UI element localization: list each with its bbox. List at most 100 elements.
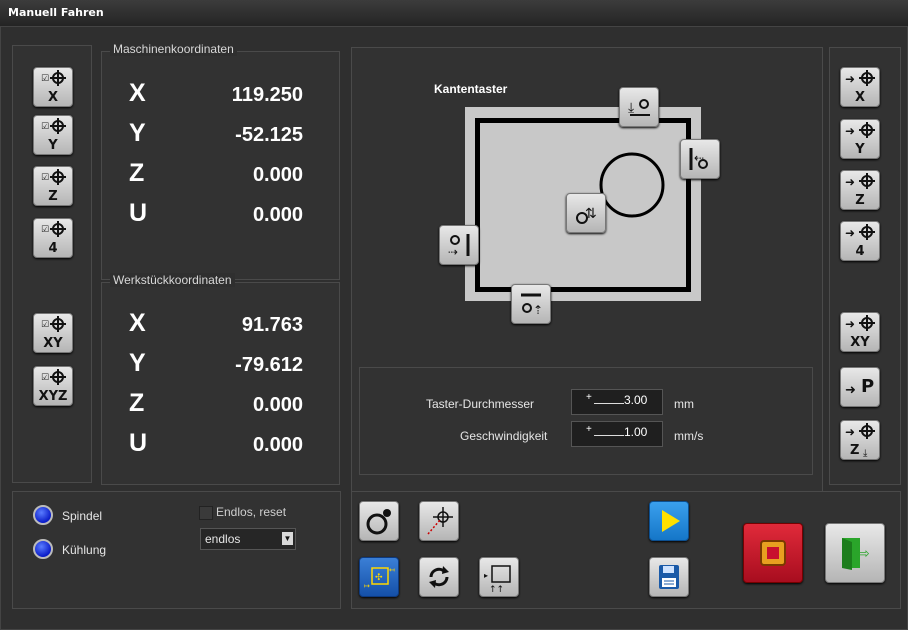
play-icon xyxy=(662,510,680,532)
svg-text:☑: ☑ xyxy=(41,373,49,383)
probe-right-edge-button[interactable]: ⇠ xyxy=(680,139,720,179)
goto-zero-icon: ➜ xyxy=(845,70,875,86)
set-zero-y-button[interactable]: ☑ Y xyxy=(33,115,73,155)
machine-axis-u-label: U xyxy=(129,199,148,227)
svg-text:➜: ➜ xyxy=(845,317,855,331)
set-zero-icon: ☑ xyxy=(41,169,66,185)
workpiece-axis-y-label: Y xyxy=(129,349,146,377)
set-zero-z-button[interactable]: ☑ Z xyxy=(33,166,73,206)
set-zero-xyz-button[interactable]: ☑ XYZ xyxy=(33,366,73,406)
set-zero-icon: ☑ xyxy=(41,316,66,332)
goto-zero-icon: ➜ xyxy=(845,315,875,331)
probe-down-icon: ⤓ xyxy=(628,99,650,116)
svg-text:⤓: ⤓ xyxy=(628,100,634,116)
svg-text:⇡: ⇡ xyxy=(533,303,543,317)
machine-axis-z-value: 0.000 xyxy=(252,164,303,186)
stop-icon xyxy=(760,540,786,566)
set-zero-xy-button[interactable]: ☑ XY xyxy=(33,313,73,353)
goto-zero-icon: ➜ xyxy=(845,122,875,138)
svg-text:☑: ☑ xyxy=(41,122,49,132)
svg-text:➜: ➜ xyxy=(845,425,855,439)
measure-height-icon: ▸↑↑ xyxy=(484,565,511,595)
svg-text:↦: ↦ xyxy=(364,582,370,590)
run-button[interactable] xyxy=(649,501,689,541)
set-zero-icon: ☑ xyxy=(41,369,66,385)
endless-checkbox-label: Endlos, reset xyxy=(216,505,287,519)
workpiece-coordinates-label: Werkstückkoordinaten xyxy=(110,273,235,287)
svg-text:☑: ☑ xyxy=(41,74,49,84)
svg-text:⇅: ⇅ xyxy=(585,206,597,222)
exit-button[interactable]: ⇨ xyxy=(825,523,885,583)
down-arrow-icon: ⤓ xyxy=(863,448,868,459)
set-zero-icon: ☑ xyxy=(41,118,66,134)
workpiece-axis-x-label: X xyxy=(129,309,146,337)
svg-text:↑↑: ↑↑ xyxy=(489,585,504,595)
svg-text:▸: ▸ xyxy=(484,571,488,580)
set-zero-4-button[interactable]: ☑ 4 xyxy=(33,218,73,258)
edge-finder-mode-button[interactable]: ✣ ↤ ↦ xyxy=(359,557,399,597)
probe-up-icon: ⇡ xyxy=(521,293,543,317)
probe-top-edge-button[interactable]: ⤓ xyxy=(619,87,659,127)
left-button-panel xyxy=(12,45,92,483)
goto-4-button[interactable]: ➜ 4 xyxy=(840,221,880,261)
svg-text:➜: ➜ xyxy=(845,175,855,189)
main-frame: ☑ X ☑ Y ☑ Z ☑ 4 ☑ XY ☑ XYZ Maschinenkoor… xyxy=(0,26,908,630)
machine-axis-y-value: -52.125 xyxy=(235,124,303,146)
goto-zero-icon: ➜ xyxy=(845,224,875,240)
window-title: Manuell Fahren xyxy=(8,6,104,19)
goto-z-button[interactable]: ➜ Z xyxy=(840,170,880,210)
machine-axis-x-value: 119.250 xyxy=(231,84,303,106)
refresh-button[interactable] xyxy=(419,557,459,597)
workpiece-axis-x-value: 91.763 xyxy=(241,314,303,336)
speed-label: Geschwindigkeit xyxy=(460,429,548,443)
probe-bottom-edge-button[interactable]: ⇡ xyxy=(511,284,551,324)
goto-x-button[interactable]: ➜ X xyxy=(840,67,880,107)
probe-center-icon: ⇅ xyxy=(576,206,597,224)
stop-button[interactable] xyxy=(743,523,803,583)
svg-text:➜: ➜ xyxy=(845,383,856,398)
svg-text:⇢: ⇢ xyxy=(448,245,458,259)
speed-field[interactable]: + 1.00 xyxy=(571,421,663,447)
goto-xy-button[interactable]: ➜ XY xyxy=(840,312,880,352)
workpiece-axis-z-value: 0.000 xyxy=(252,394,303,416)
goto-y-button[interactable]: ➜ Y xyxy=(840,119,880,159)
speed-unit: mm/s xyxy=(674,429,704,443)
spindle-radio[interactable] xyxy=(33,505,53,525)
measure-height-button[interactable]: ▸ ↑↑ xyxy=(479,557,519,597)
probe-left-edge-button[interactable]: ⇢ xyxy=(439,225,479,265)
bore-circle xyxy=(599,152,665,218)
svg-text:✣: ✣ xyxy=(375,573,383,583)
diameter-label: Taster-Durchmesser xyxy=(426,397,535,411)
diameter-field[interactable]: + 3.00 xyxy=(571,389,663,415)
dropdown-arrow-icon: ▼ xyxy=(282,532,293,545)
svg-text:➜: ➜ xyxy=(845,124,855,138)
svg-text:⇨: ⇨ xyxy=(858,546,870,562)
endless-select[interactable]: endlos ▼ xyxy=(200,528,296,550)
svg-text:↤: ↤ xyxy=(389,566,395,574)
probe-tool-button[interactable] xyxy=(359,501,399,541)
probe-center-button[interactable]: ⇅ xyxy=(566,193,606,233)
laser-crosshair-button[interactable] xyxy=(419,501,459,541)
endless-checkbox[interactable] xyxy=(199,506,213,520)
machine-axis-u-value: 0.000 xyxy=(252,204,303,226)
goto-z-down-button[interactable]: ➜ Z ⤓ xyxy=(840,420,880,460)
goto-zero-icon: ➜ xyxy=(845,173,875,189)
workpiece-axis-u-label: U xyxy=(129,429,148,457)
goto-park-button[interactable]: ➜ P xyxy=(840,367,880,407)
spindle-label: Spindel xyxy=(62,509,103,523)
workpiece-axis-u-value: 0.000 xyxy=(252,434,303,456)
set-zero-x-button[interactable]: ☑ X xyxy=(33,67,73,107)
save-button[interactable] xyxy=(649,557,689,597)
workpiece-axis-y-value: -79.612 xyxy=(235,354,303,376)
set-zero-icon: ☑ xyxy=(41,221,66,237)
title-bar: Manuell Fahren xyxy=(0,0,908,27)
workpiece-axis-z-label: Z xyxy=(129,389,145,417)
svg-text:➜: ➜ xyxy=(845,72,855,86)
edge-finder-icon: ✣ ↤ ↦ xyxy=(364,566,395,590)
machine-axis-z-label: Z xyxy=(129,159,145,187)
probe-left-icon: ⇠ xyxy=(689,148,708,170)
cooling-radio[interactable] xyxy=(33,539,53,559)
cooling-label: Kühlung xyxy=(62,543,107,557)
probe-tool-icon xyxy=(366,509,391,535)
svg-text:☑: ☑ xyxy=(41,320,49,330)
